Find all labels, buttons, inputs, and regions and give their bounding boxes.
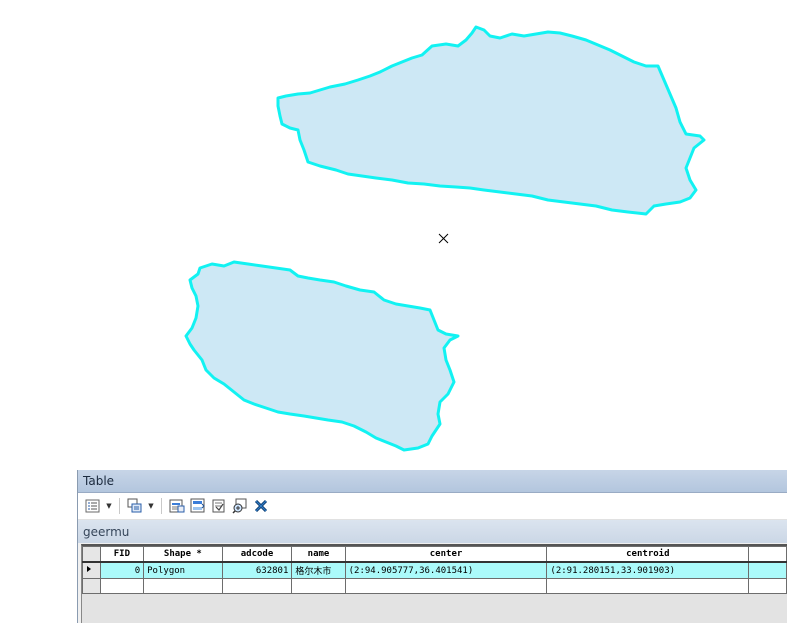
attribute-grid[interactable]: FID Shape * adcode name center centroid <box>81 544 787 623</box>
cell-empty[interactable] <box>546 578 750 594</box>
current-row-indicator[interactable] <box>82 561 101 579</box>
toolbar-separator <box>119 498 120 514</box>
layer-tab-label: geermu <box>83 524 130 539</box>
polygon-north[interactable] <box>276 25 706 216</box>
cell-fid[interactable]: 0 <box>99 561 145 579</box>
select-by-attributes-icon[interactable] <box>168 497 186 515</box>
column-header-centroid[interactable]: centroid <box>546 546 750 563</box>
new-row[interactable] <box>82 578 787 594</box>
column-header-extra[interactable] <box>748 546 787 563</box>
attribute-table: FID Shape * adcode name center centroid <box>82 546 787 594</box>
map-canvas[interactable] <box>0 0 787 470</box>
cell-empty[interactable] <box>291 578 346 594</box>
x-marker-icon <box>438 233 449 244</box>
zoom-to-selected-icon[interactable] <box>231 497 249 515</box>
layer-tab[interactable]: geermu <box>78 520 787 543</box>
cell-empty[interactable] <box>143 578 223 594</box>
cell-empty[interactable] <box>748 578 787 594</box>
current-row-arrow-icon <box>87 566 91 572</box>
cell-center[interactable]: (2:94.905777,36.401541) <box>344 561 548 579</box>
map-svg <box>184 25 706 452</box>
related-tables-icon[interactable] <box>126 497 144 515</box>
row-selector-header[interactable] <box>82 546 101 563</box>
clear-selection-icon[interactable] <box>210 497 228 515</box>
table-header-row: FID Shape * adcode name center centroid <box>82 546 787 563</box>
polygon-south[interactable] <box>184 260 460 452</box>
column-header-adcode[interactable]: adcode <box>221 546 293 563</box>
switch-selection-icon[interactable] <box>189 497 207 515</box>
cell-centroid[interactable]: (2:91.280151,33.901903) <box>546 561 750 579</box>
cell-empty[interactable] <box>344 578 548 594</box>
delete-selected-icon[interactable] <box>252 497 270 515</box>
table-window: Table ▼ ▼ geermu FID Shape * adcode name… <box>77 470 787 623</box>
column-header-shape[interactable]: Shape * <box>143 546 223 563</box>
table-row[interactable]: 0 Polygon 632801 格尔木市 (2:94.905777,36.40… <box>82 561 787 579</box>
cell-empty[interactable] <box>99 578 145 594</box>
cell-name[interactable]: 格尔木市 <box>291 561 346 579</box>
table-titlebar[interactable]: Table <box>78 470 787 493</box>
new-row-selector[interactable] <box>82 578 101 594</box>
table-options-dropdown-icon[interactable]: ▼ <box>105 502 113 510</box>
column-header-name[interactable]: name <box>291 546 346 563</box>
column-header-fid[interactable]: FID <box>99 546 145 563</box>
cell-empty[interactable] <box>221 578 293 594</box>
cell-extra[interactable] <box>748 561 787 579</box>
cell-adcode[interactable]: 632801 <box>221 561 293 579</box>
related-tables-dropdown-icon[interactable]: ▼ <box>147 502 155 510</box>
table-toolbar: ▼ ▼ <box>78 493 787 520</box>
cell-shape[interactable]: Polygon <box>143 561 223 579</box>
toolbar-separator <box>161 498 162 514</box>
table-options-icon[interactable] <box>84 497 102 515</box>
table-title: Table <box>83 474 115 488</box>
column-header-center[interactable]: center <box>344 546 548 563</box>
